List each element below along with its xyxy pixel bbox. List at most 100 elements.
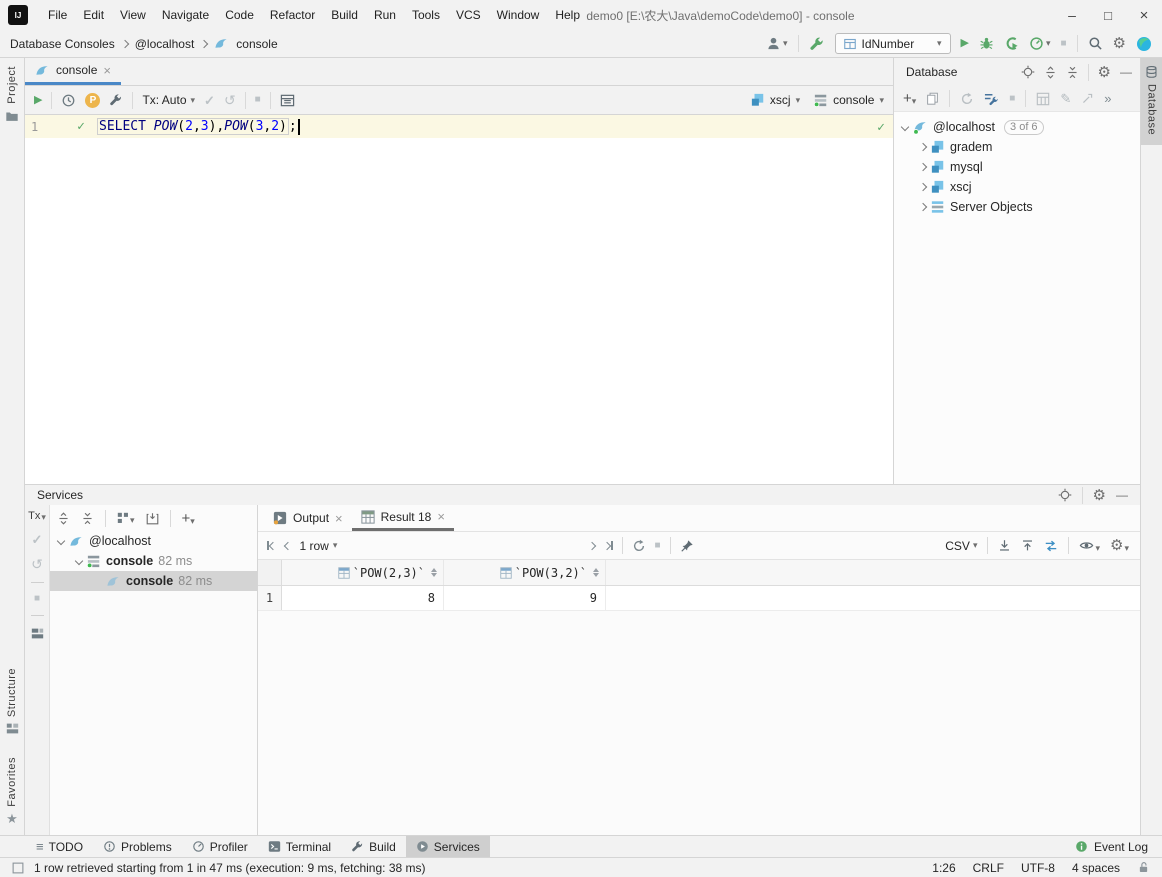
breadcrumb-localhost[interactable]: @localhost [135,37,195,51]
run-configuration-select[interactable]: IdNumber [835,33,951,54]
profiler-button[interactable] [1029,36,1051,51]
tree-item-localhost[interactable]: @localhost 3 of 6 [894,117,1140,137]
breadcrumb-console[interactable]: console [236,37,277,51]
debug-button[interactable] [979,36,994,51]
wrench-button[interactable] [109,93,123,107]
caret-position[interactable]: 1:26 [932,861,955,875]
menu-tools[interactable]: Tools [404,4,448,26]
output-layout-button[interactable] [280,93,295,108]
commit-button[interactable] [204,94,215,107]
chevron-right-icon[interactable] [919,183,927,191]
sort-icon[interactable] [593,568,599,577]
duplicate-button[interactable] [926,92,939,105]
toolwindow-services[interactable]: Services [406,836,490,857]
close-icon[interactable] [103,64,111,77]
inspections-ok-icon[interactable] [877,121,885,134]
file-encoding[interactable]: UTF-8 [1021,861,1055,875]
hide-services-button[interactable] [1116,489,1128,501]
schema-select[interactable]: xscj [751,93,800,107]
toolwindow-switcher-icon[interactable] [12,862,24,874]
open-in-new-frame-button[interactable] [146,512,159,525]
code-line-1[interactable]: 1 SELECT POW(2,3),POW(3,2); [25,115,893,138]
rollback-button[interactable] [224,93,236,107]
menu-navigate[interactable]: Navigate [154,4,217,26]
services-tree-item-console-result[interactable]: console 82 ms [50,571,257,591]
stop-button[interactable] [655,541,661,551]
group-by-button[interactable] [117,512,135,525]
stop-query-button[interactable] [255,95,261,105]
tree-item-xscj[interactable]: xscj [894,177,1140,197]
page-size-select[interactable]: 1 row [300,539,338,553]
sort-icon[interactable] [431,568,437,577]
jump-to-console-button[interactable] [1081,92,1094,105]
search-everywhere-button[interactable] [1088,36,1103,51]
menu-window[interactable]: Window [489,4,548,26]
first-page-button[interactable] [267,541,276,550]
reload-page-button[interactable] [632,539,646,553]
chevron-right-icon[interactable] [919,163,927,171]
add-service-button[interactable] [182,511,195,526]
column-header-pow23[interactable]: `POW(2,3)` [282,560,444,585]
menu-code[interactable]: Code [217,4,262,26]
stop-button[interactable] [34,594,40,604]
menu-edit[interactable]: Edit [75,4,112,26]
column-header-pow32[interactable]: `POW(3,2)` [444,560,606,585]
export-format-select[interactable]: CSV [945,539,977,553]
chevron-right-icon[interactable] [919,143,927,151]
previous-page-button[interactable] [283,541,291,549]
table-view-button[interactable] [1036,92,1050,106]
lock-icon[interactable] [1137,861,1150,874]
pin-tab-button[interactable] [680,539,694,553]
compare-button[interactable] [1044,539,1058,553]
line-separator[interactable]: CRLF [973,861,1004,875]
tx-mode-select[interactable]: Tx: Auto [142,93,195,107]
refresh-button[interactable] [960,92,974,106]
event-log-button[interactable]: Event Log [1075,840,1162,854]
project-stripe-button[interactable]: Project [5,66,19,123]
locate-button[interactable] [1058,488,1072,502]
tab-console[interactable]: console [25,58,121,85]
services-settings-gear-button[interactable] [1093,488,1106,503]
tab-result-18[interactable]: Result 18 [352,505,454,531]
indent-setting[interactable]: 4 spaces [1072,861,1120,875]
breadcrumb-database-consoles[interactable]: Database Consoles [10,37,115,51]
run-with-coverage-button[interactable] [1004,36,1019,51]
menu-file[interactable]: File [40,4,75,26]
cell-pow23[interactable]: 8 [282,586,444,610]
hide-panel-button[interactable] [1120,66,1132,78]
menu-help[interactable]: Help [547,4,588,26]
grid-corner-cell[interactable] [258,560,282,585]
services-tree-item-console-session[interactable]: console 82 ms [50,551,257,571]
sql-editor[interactable]: 1 SELECT POW(2,3),POW(3,2); [25,115,893,484]
toolwindow-terminal[interactable]: Terminal [258,836,341,857]
structure-stripe-button[interactable]: Structure [6,668,19,735]
settings-gear-button[interactable] [1113,36,1126,51]
toolwindow-profiler[interactable]: Profiler [182,836,258,857]
chevron-right-icon[interactable] [919,203,927,211]
import-upload-button[interactable] [1021,539,1034,552]
collapse-all-button[interactable] [81,512,94,525]
close-button[interactable] [1126,0,1162,30]
toolwindow-problems[interactable]: Problems [93,836,182,857]
chevron-down-icon[interactable] [901,123,909,131]
tree-item-server-objects[interactable]: Server Objects [894,197,1140,217]
expand-all-button[interactable] [57,512,70,525]
locate-object-button[interactable] [1021,65,1035,79]
toolwindow-build[interactable]: Build [341,836,406,857]
add-data-source-button[interactable] [903,91,916,106]
services-tree-item-localhost[interactable]: @localhost [50,531,257,551]
cell-pow32[interactable]: 9 [444,586,606,610]
export-download-button[interactable] [998,539,1011,552]
minimize-button[interactable] [1054,0,1090,30]
collapse-all-button[interactable] [1066,66,1079,79]
menu-vcs[interactable]: VCS [448,4,489,26]
toolwindow-todo[interactable]: TODO [26,836,93,857]
chevron-down-icon[interactable] [57,537,65,545]
commit-button[interactable] [32,533,43,546]
rollback-button[interactable] [31,557,43,571]
build-hammer-button[interactable] [809,36,825,52]
more-actions-button[interactable] [1104,92,1111,105]
expand-all-button[interactable] [1044,66,1057,79]
close-icon[interactable] [335,512,343,525]
session-select[interactable]: console [814,93,884,107]
